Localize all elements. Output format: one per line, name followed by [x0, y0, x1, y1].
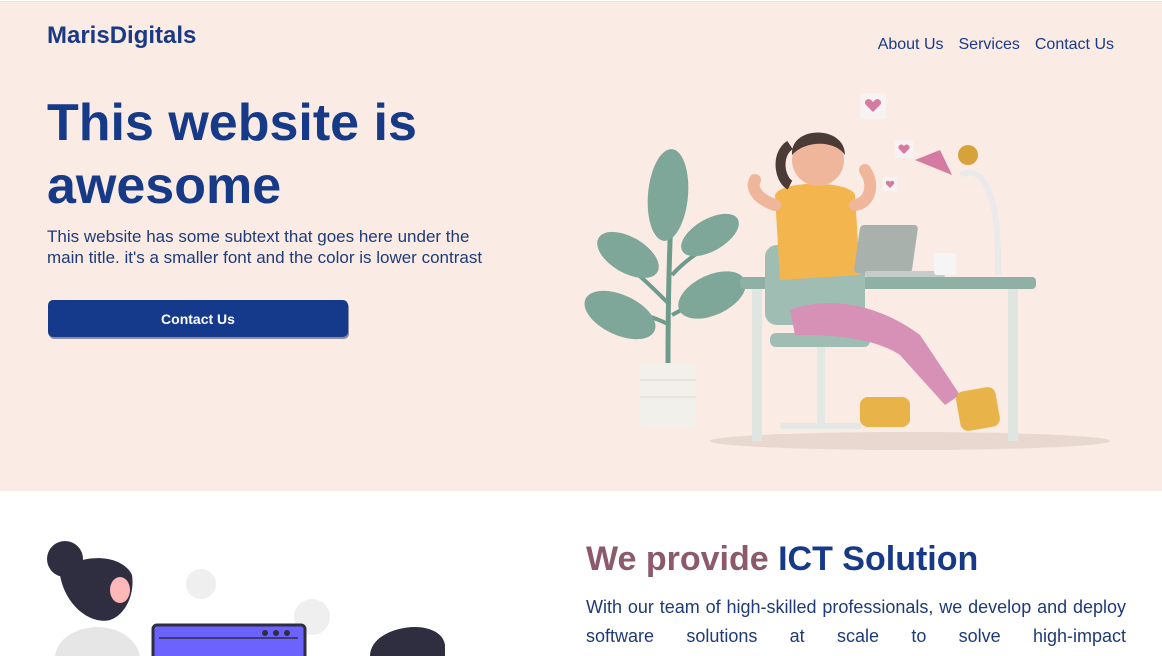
heart-icon [883, 177, 897, 191]
laptop-icon [854, 225, 945, 277]
browser-window-icon [151, 623, 307, 656]
hero-section: MarisDigitals About Us Services Contact … [0, 1, 1162, 491]
services-description: With our team of high-skilled profession… [586, 597, 1126, 646]
top-border [0, 1, 1162, 2]
services-title-part2: ICT Solution [778, 540, 979, 578]
lamp-icon [915, 145, 1002, 276]
person-icon [47, 541, 140, 656]
heart-icon [895, 140, 913, 158]
nav-about-us[interactable]: About Us [878, 36, 944, 54]
plant-icon [584, 149, 746, 427]
heart-icon [860, 93, 886, 119]
nav-services[interactable]: Services [959, 36, 1020, 54]
hero-illustration [584, 93, 1110, 450]
services-title-part1: We provide [586, 540, 769, 578]
person-icon [370, 626, 445, 656]
services-title: We provide ICT Solution [586, 540, 978, 579]
contact-us-button[interactable]: Contact Us [48, 300, 348, 337]
brand-logo[interactable]: MarisDigitals [47, 22, 196, 50]
main-nav: About Us Services Contact Us [878, 36, 1114, 54]
team-illustration [47, 541, 445, 656]
hero-title: This website is awesome [47, 94, 417, 215]
hero-subtitle: This website has some subtext that goes … [47, 227, 483, 267]
nav-contact-us[interactable]: Contact Us [1035, 36, 1114, 54]
mug-icon [934, 253, 956, 275]
